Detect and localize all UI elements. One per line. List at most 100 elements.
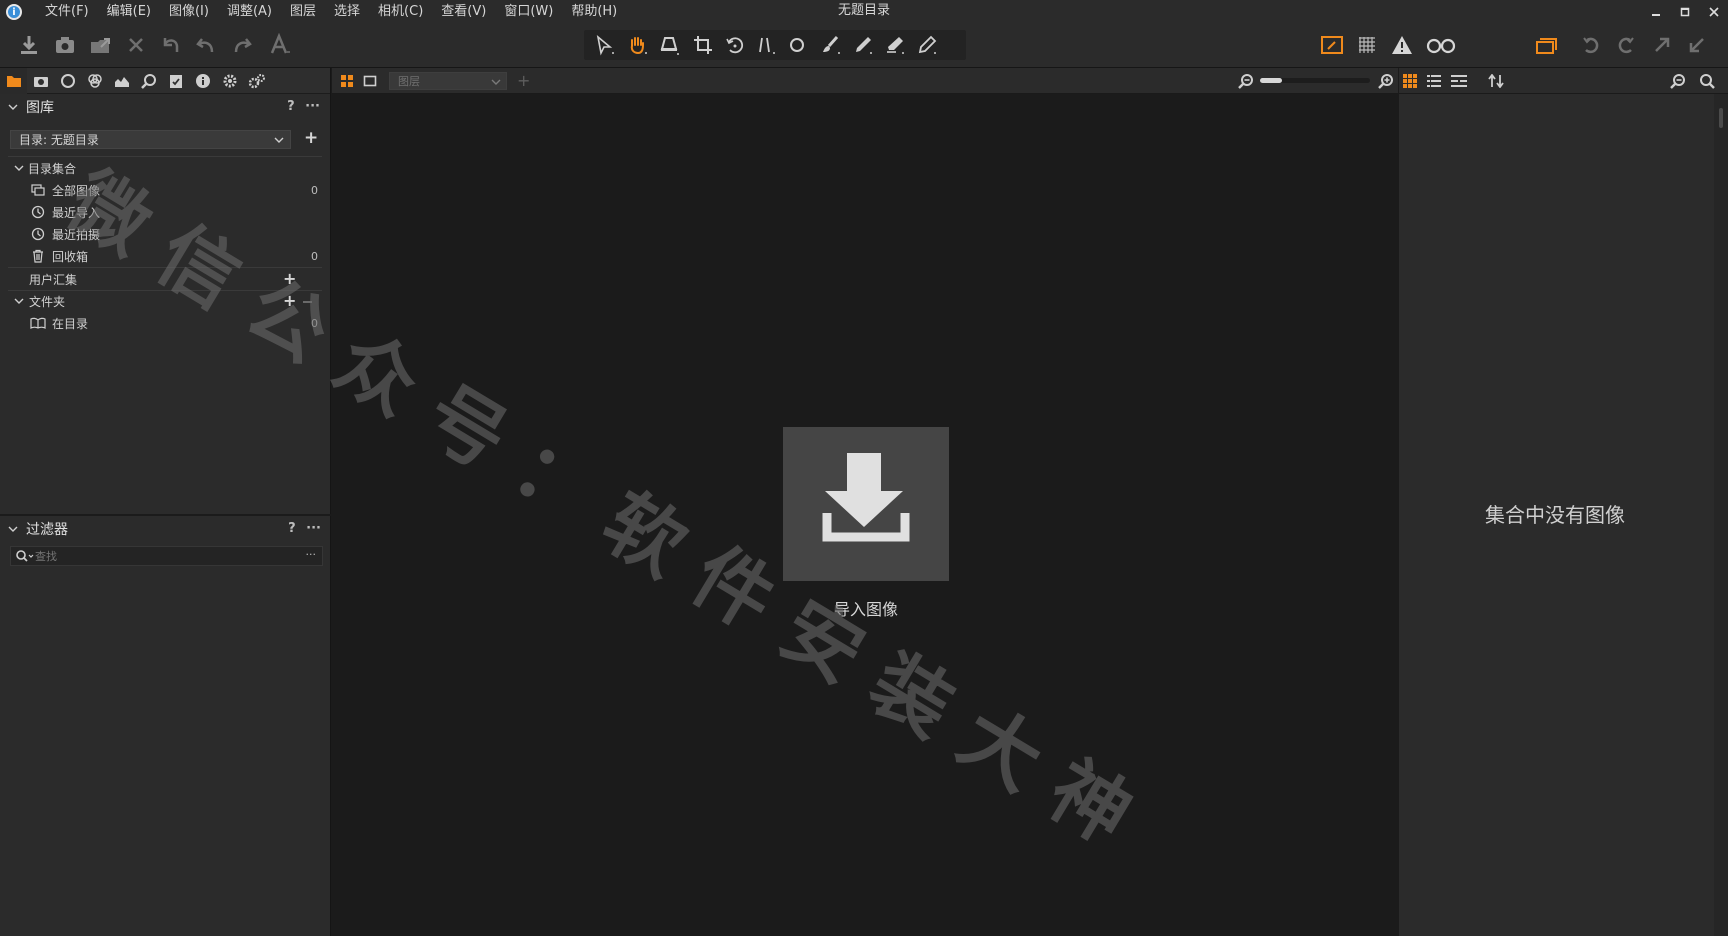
tab-metadata[interactable] (189, 68, 216, 94)
thumbnail-view-button[interactable] (1403, 74, 1417, 91)
add-layer-button[interactable]: + (517, 71, 530, 90)
scrollbar-thumb[interactable] (1719, 108, 1723, 128)
select-tool[interactable] (592, 32, 618, 58)
crop-tool[interactable] (690, 32, 716, 58)
single-view-button[interactable] (363, 74, 377, 91)
arrow-up-right-icon (1655, 37, 1670, 52)
filter-search-input[interactable] (35, 549, 295, 563)
menu-edit[interactable]: 编辑(E) (98, 0, 160, 24)
import-button[interactable] (16, 32, 42, 58)
menu-image[interactable]: 图像(I) (160, 0, 218, 24)
undo-button[interactable] (193, 32, 219, 58)
grid-button[interactable] (1354, 32, 1380, 58)
library-header[interactable]: 图库 ? ··· (0, 94, 330, 120)
clock-icon (30, 204, 46, 220)
tab-color[interactable] (81, 68, 108, 94)
zoom-out-button[interactable] (1238, 73, 1254, 92)
redo-button[interactable] (229, 32, 255, 58)
list-view-button[interactable] (1427, 74, 1441, 91)
maximize-icon (1680, 7, 1689, 17)
menu-select[interactable]: 选择 (325, 0, 369, 24)
keystone-tool[interactable] (656, 32, 682, 58)
rotate-right-button[interactable] (1613, 32, 1639, 58)
pan-tool[interactable] (624, 32, 650, 58)
tab-library[interactable] (0, 67, 27, 94)
exposure-warning-button[interactable] (1319, 32, 1345, 58)
catalog-select[interactable]: 目录: 无题目录 (10, 130, 291, 149)
layer-select[interactable]: 图层 (389, 72, 507, 90)
sort-button[interactable] (1488, 73, 1504, 91)
collection-all-images[interactable]: 全部图像 0 (0, 179, 330, 201)
tab-output[interactable] (216, 68, 243, 94)
add-catalog-button[interactable]: + (304, 128, 318, 148)
brush-tool[interactable] (818, 32, 844, 58)
copy-adjustments-button[interactable] (1534, 32, 1560, 58)
collection-count: 0 (311, 249, 318, 263)
browser-scrollbar[interactable] (1714, 94, 1728, 936)
folders-header[interactable]: 文件夹 + (0, 290, 330, 312)
chevron-down-icon (8, 104, 18, 110)
browser-search-button[interactable] (1699, 73, 1715, 92)
maximize-button[interactable] (1670, 0, 1699, 24)
add-folder-button[interactable]: + (283, 291, 296, 310)
filters-title: 过滤器 (26, 522, 68, 538)
filters-header[interactable]: 过滤器 ? ··· (0, 516, 331, 542)
capture-button[interactable] (52, 32, 78, 58)
tab-details[interactable] (135, 68, 162, 94)
library-help-button[interactable]: ? (287, 99, 295, 114)
browser-zoom-button[interactable] (1670, 73, 1686, 92)
folder-in-catalog[interactable]: 在目录 0 (0, 312, 330, 334)
menu-window[interactable]: 窗口(W) (495, 0, 562, 24)
rotate-left-button[interactable] (1578, 32, 1604, 58)
menu-adjust[interactable]: 调整(A) (218, 0, 281, 24)
eraser-icon (887, 37, 904, 54)
tab-adjustments[interactable] (162, 68, 189, 94)
import-images-button[interactable] (783, 427, 949, 581)
add-user-collection-button[interactable]: + (283, 269, 296, 288)
erase-tool[interactable] (882, 32, 908, 58)
warning-triangle-icon (1392, 36, 1412, 54)
circle-mask-tool[interactable] (784, 32, 810, 58)
filmstrip-view-button[interactable] (1451, 74, 1467, 91)
menu-help[interactable]: 帮助(H) (562, 0, 626, 24)
export-button[interactable] (87, 32, 113, 58)
loupe-button[interactable] (1424, 32, 1458, 58)
text-tool-button[interactable] (267, 32, 293, 58)
tab-lens[interactable] (54, 68, 81, 94)
tab-batch[interactable] (243, 68, 270, 94)
filters-help-button[interactable]: ? (288, 521, 296, 536)
multi-view-button[interactable] (340, 74, 354, 91)
catalog-collections-header[interactable]: 目录集合 (0, 157, 330, 179)
menu-view[interactable]: 查看(V) (432, 0, 495, 24)
filter-search-field[interactable]: ··· (10, 546, 323, 566)
annotation-tool[interactable] (914, 32, 940, 58)
user-collections-header[interactable]: 用户汇集 + (0, 268, 330, 290)
rotate-tool[interactable] (722, 32, 748, 58)
copy-out-button[interactable] (1649, 32, 1675, 58)
folder-label: 在目录 (52, 316, 89, 331)
zoom-slider[interactable] (1260, 78, 1370, 83)
spot-tool[interactable] (754, 32, 780, 58)
rotate-icon (726, 37, 744, 54)
remove-folder-button[interactable] (303, 301, 312, 303)
search-options-button[interactable]: ··· (306, 548, 317, 561)
menu-layers[interactable]: 图层 (281, 0, 325, 24)
delete-button[interactable] (123, 32, 149, 58)
minimize-button[interactable] (1641, 0, 1670, 24)
collection-recent-imports[interactable]: 最近导入 (0, 201, 330, 223)
close-window-button[interactable] (1699, 0, 1728, 24)
collection-trash[interactable]: 回收箱 0 (0, 245, 330, 267)
menu-camera[interactable]: 相机(C) (369, 0, 432, 24)
filters-more-button[interactable]: ··· (306, 521, 321, 536)
library-more-button[interactable]: ··· (305, 99, 320, 114)
gradient-tool[interactable] (850, 32, 876, 58)
tab-capture[interactable] (27, 68, 54, 94)
filmstrip-icon (1451, 75, 1467, 87)
proof-warning-button[interactable] (1389, 32, 1415, 58)
zoom-in-button[interactable] (1378, 73, 1394, 92)
menu-file[interactable]: 文件(F) (36, 0, 98, 24)
tab-exposure[interactable] (108, 68, 135, 94)
undo-all-button[interactable] (157, 32, 183, 58)
apply-in-button[interactable] (1684, 32, 1710, 58)
collection-recent-captures[interactable]: 最近拍摄 (0, 223, 330, 245)
